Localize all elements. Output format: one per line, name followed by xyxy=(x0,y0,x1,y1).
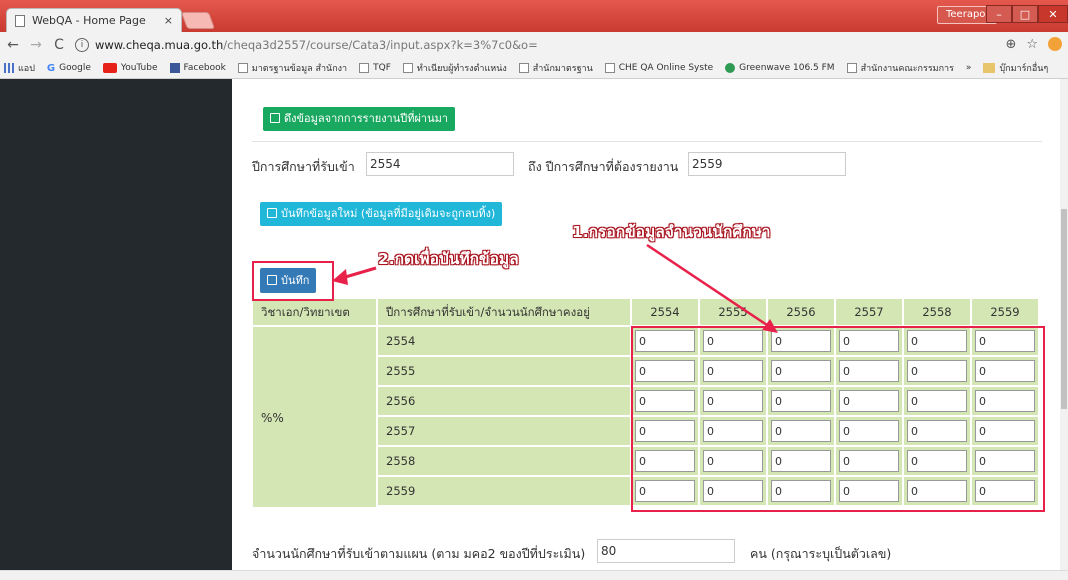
major-cell: %% xyxy=(252,326,377,508)
close-window-icon[interactable]: ✕ xyxy=(1038,5,1068,23)
bookmark-youtube[interactable]: YouTube xyxy=(102,63,158,73)
minimize-icon[interactable]: – xyxy=(986,5,1012,23)
page-icon xyxy=(604,63,615,73)
site-info-icon[interactable]: i xyxy=(75,38,89,52)
table-header: วิชาเอก/วิทยาเขต ปีการศึกษาที่รับเข้า/จำ… xyxy=(252,298,1039,326)
plan-label: จำนวนนักศึกษาที่รับเข้าตามแผน (ตาม มคอ2 … xyxy=(252,546,586,561)
arrow-to-save xyxy=(341,266,377,280)
year-start-input[interactable] xyxy=(366,152,514,176)
annotation-box-save xyxy=(252,261,334,301)
vertical-scrollbar[interactable] xyxy=(1060,79,1068,570)
year-end-label: ถึง ปีการศึกษาที่ต้องรายงาน xyxy=(528,159,679,174)
plan-input[interactable] xyxy=(597,539,735,563)
col-year: ปีการศึกษาที่รับเข้า/จำนวนนักศึกษาคงอยู่ xyxy=(377,298,631,326)
divider xyxy=(252,141,1042,142)
facebook-icon xyxy=(169,63,180,73)
maximize-icon[interactable]: □ xyxy=(1012,5,1038,23)
apps-icon xyxy=(4,63,14,73)
row-year-label: 2557 xyxy=(377,416,631,446)
tab-title: WebQA - Home Page xyxy=(32,14,146,27)
col-year-2558: 2558 xyxy=(903,298,971,326)
url-host: www.cheqa.mua.go.th xyxy=(95,38,224,52)
save-icon xyxy=(267,208,277,218)
row-year-label: 2555 xyxy=(377,356,631,386)
horizontal-scrollbar[interactable] xyxy=(0,570,1068,580)
bookmark-facebook[interactable]: Facebook xyxy=(169,63,226,73)
plan-unit: คน (กรุณาระบุเป็นตัวเลข) xyxy=(750,546,892,561)
bookmark-item[interactable]: มาตรฐานข้อมูล สำนักงา xyxy=(237,61,347,75)
pull-previous-data-button[interactable]: ดึงข้อมูลจากการรายงานปีที่ผ่านมา xyxy=(263,107,456,131)
zoom-icon[interactable]: ⊕ xyxy=(1005,37,1016,52)
bookmark-greenwave[interactable]: Greenwave 106.5 FM xyxy=(725,63,835,73)
browser-toolbar: ← → C i www.cheqa.mua.go.th/cheqa3d2557/… xyxy=(0,32,1068,58)
col-year-2557: 2557 xyxy=(835,298,903,326)
annotation-step1: 1.กรอกข้อมูลจำนวนนักศึกษา xyxy=(572,223,771,241)
bookmarks-bar: แอป G Google YouTube Facebook มาตรฐานข้อม… xyxy=(0,58,1068,79)
bookmarks-more[interactable]: » xyxy=(966,63,972,73)
folder-icon xyxy=(983,63,996,73)
row-year-label: 2554 xyxy=(377,326,631,356)
year-end-input[interactable] xyxy=(688,152,846,176)
year-start-label: ปีการศึกษาที่รับเข้า xyxy=(252,159,355,174)
scrollbar-thumb[interactable] xyxy=(1061,209,1067,409)
save-icon xyxy=(270,113,280,123)
browser-tab[interactable]: WebQA - Home Page × xyxy=(6,8,182,32)
page-icon xyxy=(359,63,370,73)
page-icon xyxy=(15,14,25,27)
sidebar xyxy=(0,79,232,570)
bookmark-item[interactable]: CHE QA Online Syste xyxy=(604,63,713,73)
annotation-box-inputs xyxy=(631,326,1045,512)
main-content: ดึงข้อมูลจากการรายงานปีที่ผ่านมา ปีการศึ… xyxy=(232,79,1060,570)
reload-icon[interactable]: C xyxy=(49,37,69,53)
page-icon xyxy=(518,63,529,73)
col-year-2559: 2559 xyxy=(971,298,1039,326)
page-icon xyxy=(237,63,248,73)
col-major: วิชาเอก/วิทยาเขต xyxy=(252,298,377,326)
back-icon[interactable]: ← xyxy=(3,37,23,53)
col-year-2554: 2554 xyxy=(631,298,699,326)
col-year-2555: 2555 xyxy=(699,298,767,326)
youtube-icon xyxy=(102,63,117,73)
extension-icon[interactable] xyxy=(1048,37,1062,51)
annotation-step2: 2.กดเพื่อบันทึกข้อมูล xyxy=(378,250,519,268)
bookmark-star-icon[interactable]: ☆ xyxy=(1026,37,1038,52)
row-year-label: 2556 xyxy=(377,386,631,416)
bookmark-item[interactable]: สำนักงานคณะกรรมการ xyxy=(846,61,954,75)
bookmark-item[interactable]: TQF xyxy=(359,63,391,73)
address-bar[interactable]: i www.cheqa.mua.go.th/cheqa3d2557/course… xyxy=(75,35,1039,55)
forward-icon[interactable]: → xyxy=(26,37,46,53)
other-bookmarks[interactable]: บุ๊กมาร์กอื่นๆ xyxy=(983,61,1048,75)
col-year-2556: 2556 xyxy=(767,298,835,326)
row-year-label: 2559 xyxy=(377,476,631,506)
page-icon xyxy=(846,63,857,73)
row-year-label: 2558 xyxy=(377,446,631,476)
bookmark-apps[interactable]: แอป xyxy=(4,61,35,75)
radio-icon xyxy=(725,63,736,73)
new-tab-button[interactable] xyxy=(180,12,216,29)
bookmark-item[interactable]: สำนักมาตรฐาน xyxy=(518,61,593,75)
bookmark-google[interactable]: G Google xyxy=(46,63,91,74)
page-icon xyxy=(402,63,413,73)
google-icon: G xyxy=(46,63,56,74)
bookmark-item[interactable]: ทำเนียบผู้ทำรงตำแหน่ง xyxy=(402,61,507,75)
arrowhead-save xyxy=(332,269,348,285)
url-path: /cheqa3d2557/course/Cata3/input.aspx?k=3… xyxy=(223,38,538,52)
window-titlebar: WebQA - Home Page × Teerapol – □ ✕ xyxy=(0,0,1068,32)
save-new-data-button[interactable]: บันทึกข้อมูลใหม่ (ข้อมูลที่มีอยู่เดิมจะถ… xyxy=(260,202,503,226)
tab-close-icon[interactable]: × xyxy=(164,14,173,27)
